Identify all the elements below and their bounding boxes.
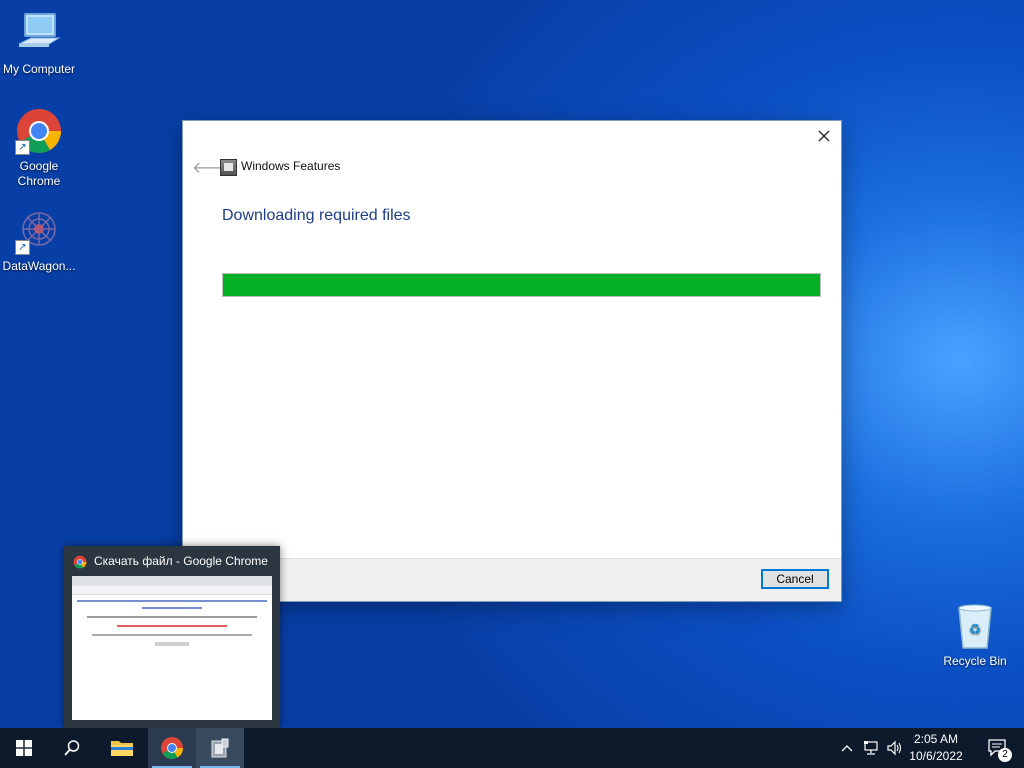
thumbnail-tab-strip	[72, 576, 272, 586]
search-icon	[64, 740, 80, 756]
show-hidden-icons-button[interactable]	[838, 728, 856, 768]
taskbar-thumbnail-preview[interactable]: Скачать файл - Google Chrome	[64, 546, 280, 728]
file-explorer-button[interactable]	[98, 728, 146, 768]
shortcut-arrow-icon: ↗	[15, 240, 30, 255]
thumbnail-title: Скачать файл - Google Chrome	[94, 554, 268, 568]
volume-icon	[887, 740, 902, 756]
clock-button[interactable]: 2:05 AM 10/6/2022	[906, 731, 966, 765]
network-button[interactable]	[860, 728, 884, 768]
clock-date: 10/6/2022	[909, 749, 963, 763]
search-button[interactable]	[48, 728, 96, 768]
thumbnail-link-line	[142, 607, 202, 609]
windows-features-icon	[220, 159, 237, 176]
windows-logo-icon	[16, 740, 32, 756]
thumbnail-link-line	[77, 600, 267, 602]
close-icon	[818, 130, 830, 142]
desktop-icon-label: Google Chrome	[17, 159, 61, 188]
recycle-bin-icon: ♻	[951, 602, 999, 650]
svg-text:♻: ♻	[969, 622, 982, 638]
network-icon	[864, 741, 878, 755]
shortcut-arrow-icon: ↗	[15, 140, 30, 155]
notification-count-badge: 2	[998, 748, 1012, 762]
chevron-up-icon	[841, 745, 853, 752]
datawagon-icon: ↗	[15, 207, 63, 255]
computer-icon	[15, 10, 63, 58]
chrome-taskbar-button[interactable]	[148, 728, 196, 768]
thumbnail-text-line	[87, 616, 257, 618]
desktop-icon-google-chrome[interactable]: ↗ Google Chrome	[1, 107, 77, 189]
desktop-icon-label: My Computer	[2, 62, 76, 76]
chrome-icon	[161, 737, 183, 759]
close-button[interactable]	[815, 127, 833, 145]
clock-time: 2:05 AM	[913, 732, 959, 746]
desktop-icon-datawagon[interactable]: ↗ DataWagon...	[1, 207, 77, 274]
chrome-icon	[73, 555, 87, 569]
desktop-icon-my-computer[interactable]: My Computer	[1, 10, 77, 77]
action-center-button[interactable]: 2	[978, 728, 1018, 768]
windows-features-dialog: 🡐 Windows Features Downloading required …	[183, 121, 841, 601]
thumbnail-address-bar	[72, 586, 272, 595]
download-progress-bar	[222, 273, 821, 297]
thumbnail-buttons	[155, 642, 189, 646]
windows-features-taskbar-button[interactable]	[196, 728, 244, 768]
thumbnail-text-line	[92, 634, 252, 636]
dialog-title: Windows Features	[241, 159, 341, 173]
desktop-icon-label: DataWagon...	[2, 259, 76, 273]
download-heading: Downloading required files	[222, 207, 411, 224]
cancel-button[interactable]: Cancel	[761, 569, 829, 589]
taskbar: 2:05 AM 10/6/2022 2	[0, 728, 1024, 768]
folder-icon	[111, 741, 133, 756]
thumbnail-page-preview	[72, 576, 272, 720]
dialog-footer: Cancel	[183, 558, 841, 601]
progress-fill	[223, 274, 820, 296]
thumbnail-warning-line	[117, 625, 227, 627]
chrome-icon: ↗	[15, 107, 63, 155]
start-button[interactable]	[0, 728, 48, 768]
desktop-icon-label: Recycle Bin	[943, 654, 1007, 668]
volume-button[interactable]	[884, 728, 906, 768]
windows-features-icon	[211, 738, 229, 758]
desktop-icon-recycle-bin[interactable]: ♻ Recycle Bin	[936, 602, 1014, 669]
